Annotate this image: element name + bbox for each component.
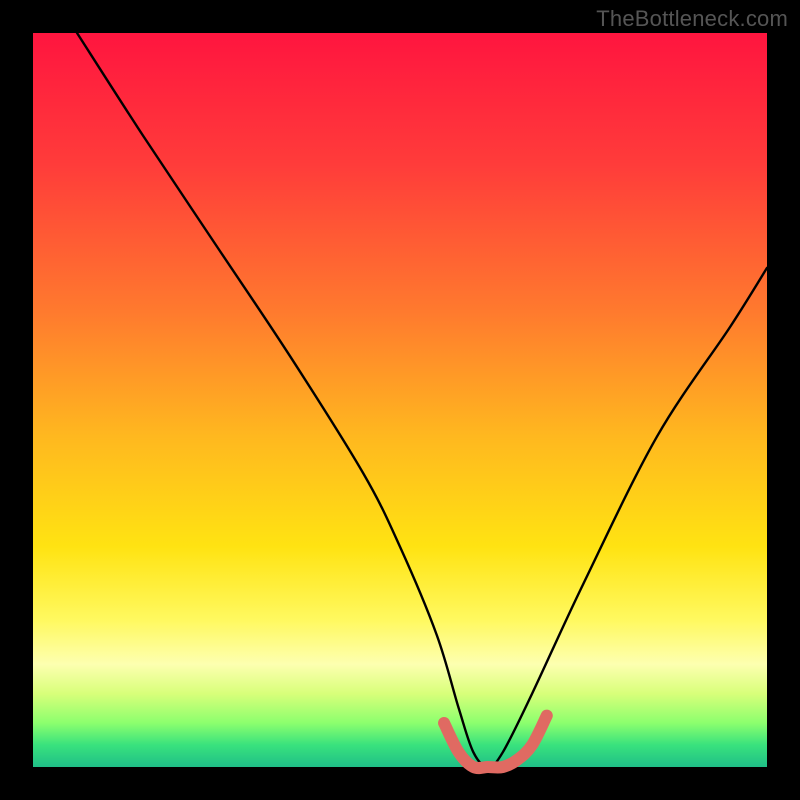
chart-frame: TheBottleneck.com bbox=[0, 0, 800, 800]
watermark-text: TheBottleneck.com bbox=[596, 6, 788, 32]
plot-background bbox=[33, 33, 767, 767]
bottleneck-chart bbox=[0, 0, 800, 800]
